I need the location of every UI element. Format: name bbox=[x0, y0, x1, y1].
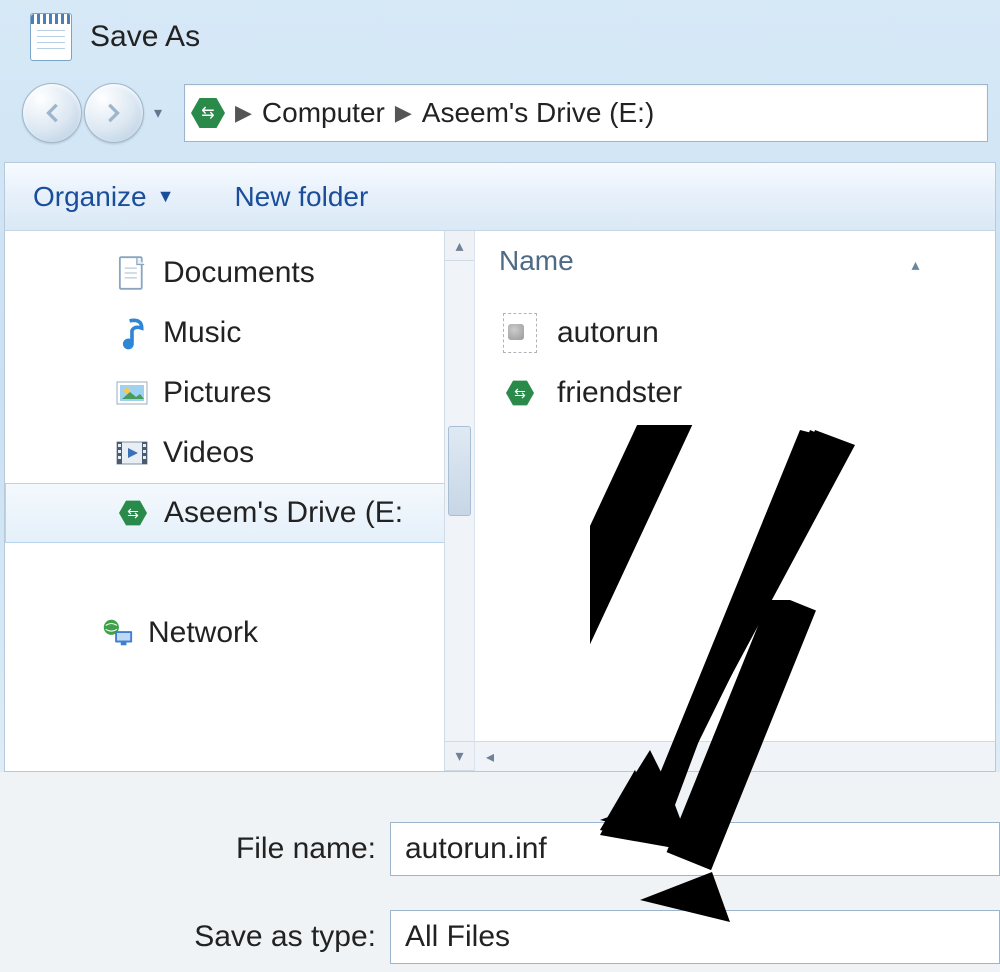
file-item-label: autorun bbox=[557, 316, 659, 350]
organize-menu[interactable]: Organize ▼ bbox=[33, 181, 174, 213]
tree-item-label: Documents bbox=[163, 256, 315, 290]
filename-value: autorun.inf bbox=[405, 832, 547, 866]
tree-item-pictures[interactable]: Pictures bbox=[5, 363, 474, 423]
pictures-icon bbox=[115, 376, 149, 410]
drive-icon: ⇆ bbox=[191, 96, 225, 130]
saveastype-label: Save as type: bbox=[0, 920, 390, 954]
drive-icon: ⇆ bbox=[116, 496, 150, 530]
tree-item-drive[interactable]: ⇆ Aseem's Drive (E: bbox=[5, 483, 474, 543]
window-title: Save As bbox=[90, 20, 200, 54]
tree-item-label: Music bbox=[163, 316, 241, 350]
column-header-label: Name bbox=[499, 245, 574, 276]
file-item[interactable]: autorun bbox=[499, 303, 995, 363]
chevron-right-icon: ▶ bbox=[395, 100, 412, 126]
tree-item-label: Network bbox=[148, 616, 258, 650]
save-form: File name: autorun.inf Save as type: All… bbox=[0, 772, 1000, 972]
tree-item-documents[interactable]: Documents bbox=[5, 243, 474, 303]
filename-input[interactable]: autorun.inf bbox=[390, 822, 1000, 876]
notepad-icon bbox=[30, 13, 72, 61]
breadcrumb[interactable]: ⇆ ▶ Computer ▶ Aseem's Drive (E:) bbox=[184, 84, 988, 142]
videos-icon bbox=[115, 436, 149, 470]
saveastype-dropdown[interactable]: All Files bbox=[390, 910, 1000, 964]
new-folder-button[interactable]: New folder bbox=[234, 181, 368, 213]
scroll-up-icon[interactable]: ▴ bbox=[445, 231, 474, 261]
network-icon bbox=[100, 616, 134, 650]
forward-button[interactable] bbox=[84, 83, 144, 143]
content-scrollbar-h[interactable]: ◂ bbox=[475, 741, 995, 771]
column-header-name[interactable]: Name ▴ bbox=[499, 245, 995, 303]
inf-file-icon bbox=[503, 313, 537, 353]
file-list-pane: Name ▴ autorun ⇆ friendster ◂ bbox=[475, 231, 995, 771]
tree-item-label: Aseem's Drive (E: bbox=[164, 496, 403, 530]
saveastype-value: All Files bbox=[405, 920, 510, 954]
tree-item-videos[interactable]: Videos bbox=[5, 423, 474, 483]
tree-item-music[interactable]: Music bbox=[5, 303, 474, 363]
title-bar: Save As bbox=[0, 0, 1000, 70]
toolbar: Organize ▼ New folder bbox=[5, 163, 995, 231]
scroll-left-icon[interactable]: ◂ bbox=[475, 742, 505, 771]
nav-buttons: ▾ bbox=[22, 83, 180, 143]
tree-item-label: Videos bbox=[163, 436, 254, 470]
document-icon bbox=[115, 256, 149, 290]
back-button[interactable] bbox=[22, 83, 82, 143]
nav-row: ▾ ⇆ ▶ Computer ▶ Aseem's Drive (E:) bbox=[0, 70, 1000, 162]
scroll-track[interactable] bbox=[445, 261, 474, 741]
split-body: Documents Music Pictures bbox=[5, 231, 995, 771]
scroll-thumb[interactable] bbox=[448, 426, 471, 516]
file-item-label: friendster bbox=[557, 376, 682, 410]
breadcrumb-root[interactable]: Computer bbox=[262, 97, 385, 129]
tree-item-label: Pictures bbox=[163, 376, 271, 410]
application-icon: ⇆ bbox=[503, 376, 537, 410]
chevron-right-icon: ▶ bbox=[235, 100, 252, 126]
folder-tree: Documents Music Pictures bbox=[5, 231, 475, 771]
explorer-panel: Organize ▼ New folder Documents Music bbox=[4, 162, 996, 772]
chevron-down-icon: ▼ bbox=[157, 186, 175, 207]
filename-label: File name: bbox=[0, 832, 390, 866]
scroll-track[interactable] bbox=[505, 742, 995, 771]
scroll-down-icon[interactable]: ▾ bbox=[445, 741, 474, 771]
music-icon bbox=[115, 316, 149, 350]
recent-locations-dropdown[interactable]: ▾ bbox=[146, 101, 170, 125]
tree-scrollbar[interactable]: ▴ ▾ bbox=[444, 231, 474, 771]
breadcrumb-path[interactable]: Aseem's Drive (E:) bbox=[422, 97, 655, 129]
sort-caret-icon: ▴ bbox=[911, 257, 919, 274]
organize-label: Organize bbox=[33, 181, 147, 213]
file-item[interactable]: ⇆ friendster bbox=[499, 363, 995, 423]
tree-item-network[interactable]: Network bbox=[5, 603, 474, 663]
